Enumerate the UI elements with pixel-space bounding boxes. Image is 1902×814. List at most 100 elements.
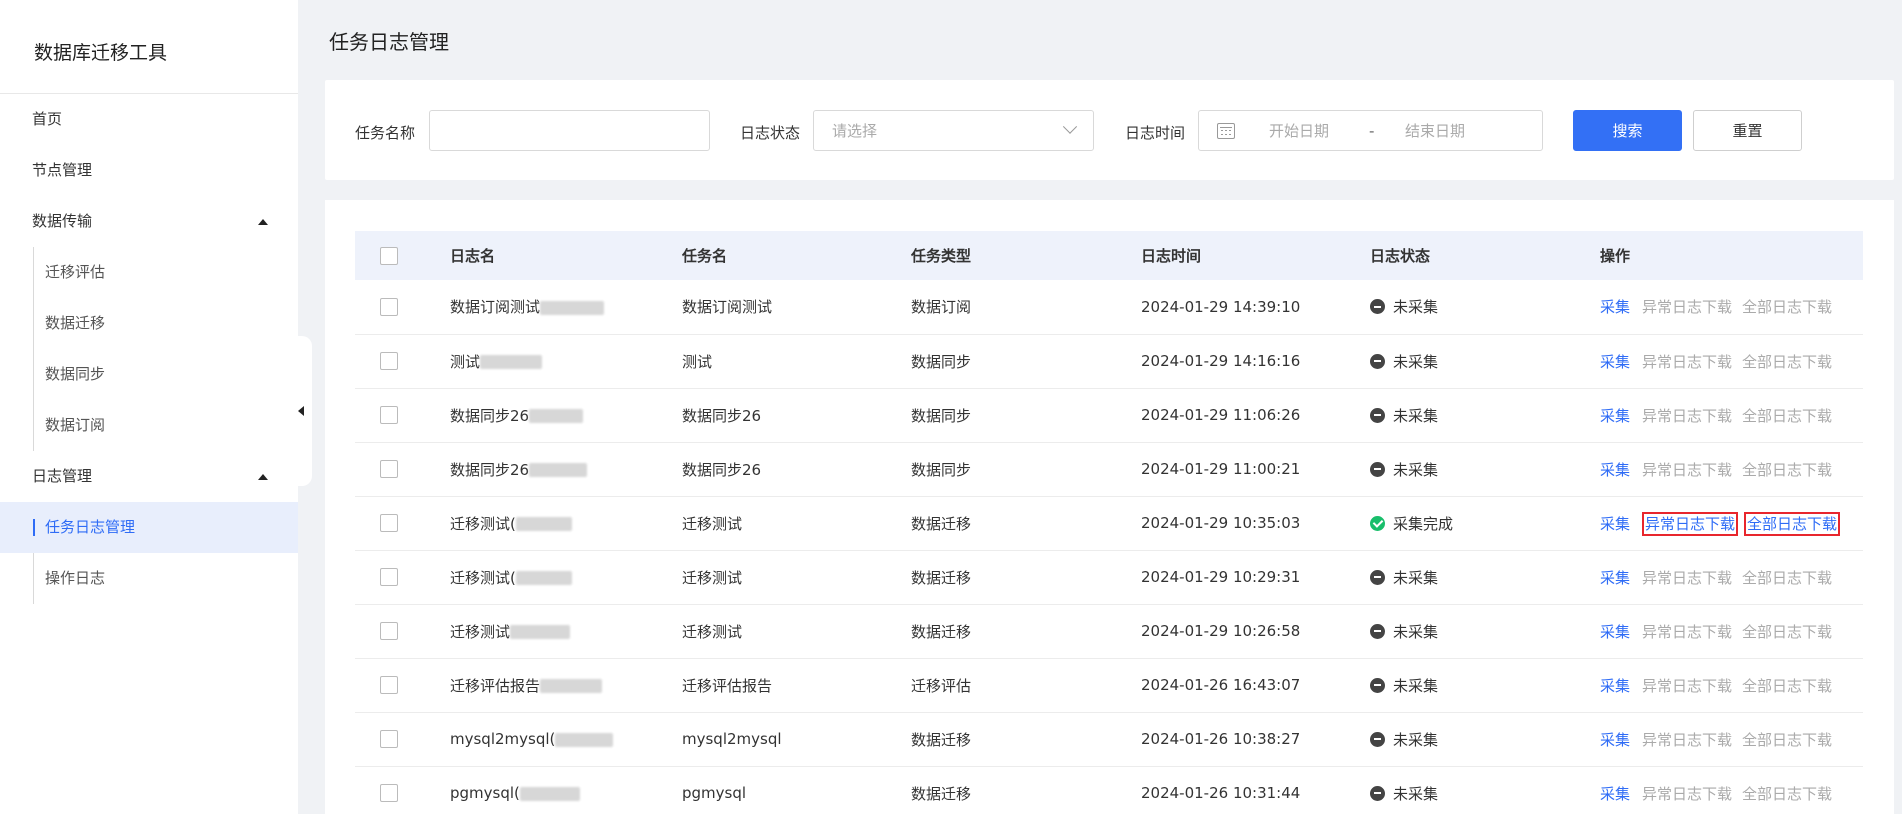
all-log-download-link[interactable]: 全部日志下载: [1742, 677, 1832, 695]
search-button[interactable]: 搜索: [1573, 110, 1682, 151]
error-log-download-link[interactable]: 异常日志下载: [1642, 569, 1732, 587]
row-checkbox[interactable]: [380, 406, 398, 425]
table-row[interactable]: 测试 测试 数据同步 2024-01-29 14:16:16 未采集 采集 异常日志下载 全部…: [355, 334, 1863, 389]
redacted-text: [510, 625, 571, 639]
status-text: 未采集: [1393, 460, 1439, 479]
all-log-download-link[interactable]: 全部日志下载: [1742, 353, 1832, 371]
collect-link[interactable]: 采集: [1600, 785, 1630, 803]
caret-up-icon: [258, 218, 268, 225]
error-log-download-link[interactable]: 异常日志下载: [1642, 623, 1732, 641]
table-row[interactable]: 数据同步26 数据同步26 数据同步 2024-01-29 11:06:26 未采集 采集…: [355, 388, 1863, 443]
reset-button[interactable]: 重置: [1693, 110, 1802, 151]
collect-link[interactable]: 采集: [1600, 623, 1630, 641]
sidebar-item-assessment[interactable]: 迁移评估: [0, 247, 298, 298]
table-row[interactable]: 数据同步26 数据同步26 数据同步 2024-01-29 11:00:21 未采集 采集…: [355, 442, 1863, 497]
all-log-download-link[interactable]: 全部日志下载: [1742, 731, 1832, 749]
cell-log-status: 未采集: [1370, 442, 1600, 497]
task-name-input[interactable]: [429, 110, 710, 151]
collect-link[interactable]: 采集: [1600, 298, 1630, 316]
sidebar-item-migration[interactable]: 数据迁移: [0, 298, 298, 349]
all-log-download-link[interactable]: 全部日志下载: [1742, 407, 1832, 425]
table-row[interactable]: 迁移评估报告 迁移评估报告 迁移评估 2024-01-26 16:43:07 未采集 采集…: [355, 658, 1863, 713]
log-name-text: mysql2mysql(: [450, 730, 556, 748]
cell-task-name: 数据订阅测试: [682, 280, 911, 335]
row-checkbox[interactable]: [380, 730, 398, 749]
error-log-download-link[interactable]: 异常日志下载: [1642, 511, 1739, 536]
log-name-text: pgmysql(: [450, 784, 520, 802]
sidebar-item-operation-logs[interactable]: 操作日志: [0, 553, 298, 604]
select-all-checkbox[interactable]: [380, 246, 398, 265]
sidebar-collapse-toggle[interactable]: [290, 336, 312, 486]
table-row[interactable]: 数据订阅测试 数据订阅测试 数据订阅 2024-01-29 14:39:10 未采集 采集…: [355, 280, 1863, 335]
table-row[interactable]: 迁移测试(迁移测试 数据迁移 2024-01-29 10:29:31 未采集 采集 异常日…: [355, 550, 1863, 605]
error-log-download-link[interactable]: 异常日志下载: [1642, 353, 1732, 371]
cell-log-time: 2024-01-29 11:00:21: [1141, 442, 1370, 497]
all-log-download-link[interactable]: 全部日志下载: [1742, 785, 1832, 803]
error-log-download-link[interactable]: 异常日志下载: [1642, 677, 1732, 695]
cell-log-time: 2024-01-29 10:35:03: [1141, 496, 1370, 551]
collect-link[interactable]: 采集: [1600, 677, 1630, 695]
row-checkbox-cell[interactable]: [355, 334, 450, 389]
sidebar-item-sync[interactable]: 数据同步: [0, 349, 298, 400]
table-row[interactable]: 迁移测试 迁移测试 数据迁移 2024-01-29 10:26:58 未采集 采集 异常日志…: [355, 604, 1863, 659]
row-checkbox[interactable]: [380, 298, 398, 316]
table-row[interactable]: 迁移测试(迁移测试 数据迁移 2024-01-29 10:35:03 采集完成 采集 异常…: [355, 496, 1863, 551]
page-title: 任务日志管理: [329, 30, 449, 54]
all-log-download-link[interactable]: 全部日志下载: [1742, 623, 1832, 641]
table-row[interactable]: mysql2mysql(mysql2mysql 数据迁移 2024-01-26 10…: [355, 712, 1863, 767]
sidebar-group-logs[interactable]: 日志管理: [0, 451, 298, 502]
minus-circle-icon: [1370, 461, 1385, 477]
row-checkbox[interactable]: [380, 622, 398, 641]
sidebar-item-nodes[interactable]: 节点管理: [0, 145, 298, 196]
row-checkbox-cell[interactable]: [355, 388, 450, 443]
row-checkbox[interactable]: [380, 784, 398, 803]
row-checkbox-cell[interactable]: [355, 766, 450, 814]
sidebar-group-transfer[interactable]: 数据传输: [0, 196, 298, 247]
collect-link[interactable]: 采集: [1600, 569, 1630, 587]
row-checkbox-cell[interactable]: [355, 442, 450, 497]
error-log-download-link[interactable]: 异常日志下载: [1642, 731, 1732, 749]
row-checkbox[interactable]: [380, 676, 398, 695]
row-checkbox[interactable]: [380, 352, 398, 371]
collect-link[interactable]: 采集: [1600, 461, 1630, 479]
all-log-download-link[interactable]: 全部日志下载: [1742, 298, 1832, 316]
collect-link[interactable]: 采集: [1600, 731, 1630, 749]
error-log-download-link[interactable]: 异常日志下载: [1642, 785, 1732, 803]
error-log-download-link[interactable]: 异常日志下载: [1642, 407, 1732, 425]
filter-panel: 任务名称 日志状态 请选择 日志时间 开始日期 - 结束日期 搜索 重置: [325, 80, 1894, 180]
error-log-download-link[interactable]: 异常日志下载: [1642, 298, 1732, 316]
collect-link[interactable]: 采集: [1600, 515, 1630, 533]
caret-up-icon: [258, 473, 268, 480]
row-checkbox-cell[interactable]: [355, 550, 450, 605]
date-range-picker[interactable]: 开始日期 - 结束日期: [1198, 110, 1543, 151]
row-checkbox[interactable]: [380, 460, 398, 479]
all-log-download-link[interactable]: 全部日志下载: [1742, 569, 1832, 587]
row-checkbox[interactable]: [380, 568, 398, 587]
redacted-text: [529, 409, 584, 423]
all-log-download-link[interactable]: 全部日志下载: [1744, 511, 1841, 536]
error-log-download-link[interactable]: 异常日志下载: [1642, 461, 1732, 479]
row-checkbox-cell[interactable]: [355, 280, 450, 335]
collect-link[interactable]: 采集: [1600, 353, 1630, 371]
start-date-input[interactable]: 开始日期: [1269, 120, 1369, 141]
row-checkbox-cell[interactable]: [355, 712, 450, 767]
redacted-text: [515, 517, 572, 531]
cell-log-status: 未采集: [1370, 658, 1600, 713]
header-select-all[interactable]: [355, 231, 450, 280]
collect-link[interactable]: 采集: [1600, 407, 1630, 425]
all-log-download-link[interactable]: 全部日志下载: [1742, 461, 1832, 479]
row-checkbox-cell[interactable]: [355, 604, 450, 659]
log-status-select[interactable]: 请选择: [813, 110, 1094, 151]
end-date-input[interactable]: 结束日期: [1405, 120, 1465, 141]
cell-log-status: 未采集: [1370, 280, 1600, 335]
sidebar-item-task-logs[interactable]: 任务日志管理: [0, 502, 298, 553]
cell-log-name: 迁移测试(: [450, 550, 682, 605]
sidebar-item-subscribe[interactable]: 数据订阅: [0, 400, 298, 451]
log-name-text: 数据同步26: [450, 406, 530, 425]
row-checkbox-cell[interactable]: [355, 496, 450, 551]
sidebar-item-home[interactable]: 首页: [0, 94, 298, 145]
table-row[interactable]: pgmysql(pgmysql 数据迁移 2024-01-26 10:31:44 未采…: [355, 766, 1863, 814]
row-checkbox-cell[interactable]: [355, 658, 450, 713]
cell-log-status: 未采集: [1370, 712, 1600, 767]
row-checkbox[interactable]: [380, 514, 398, 533]
